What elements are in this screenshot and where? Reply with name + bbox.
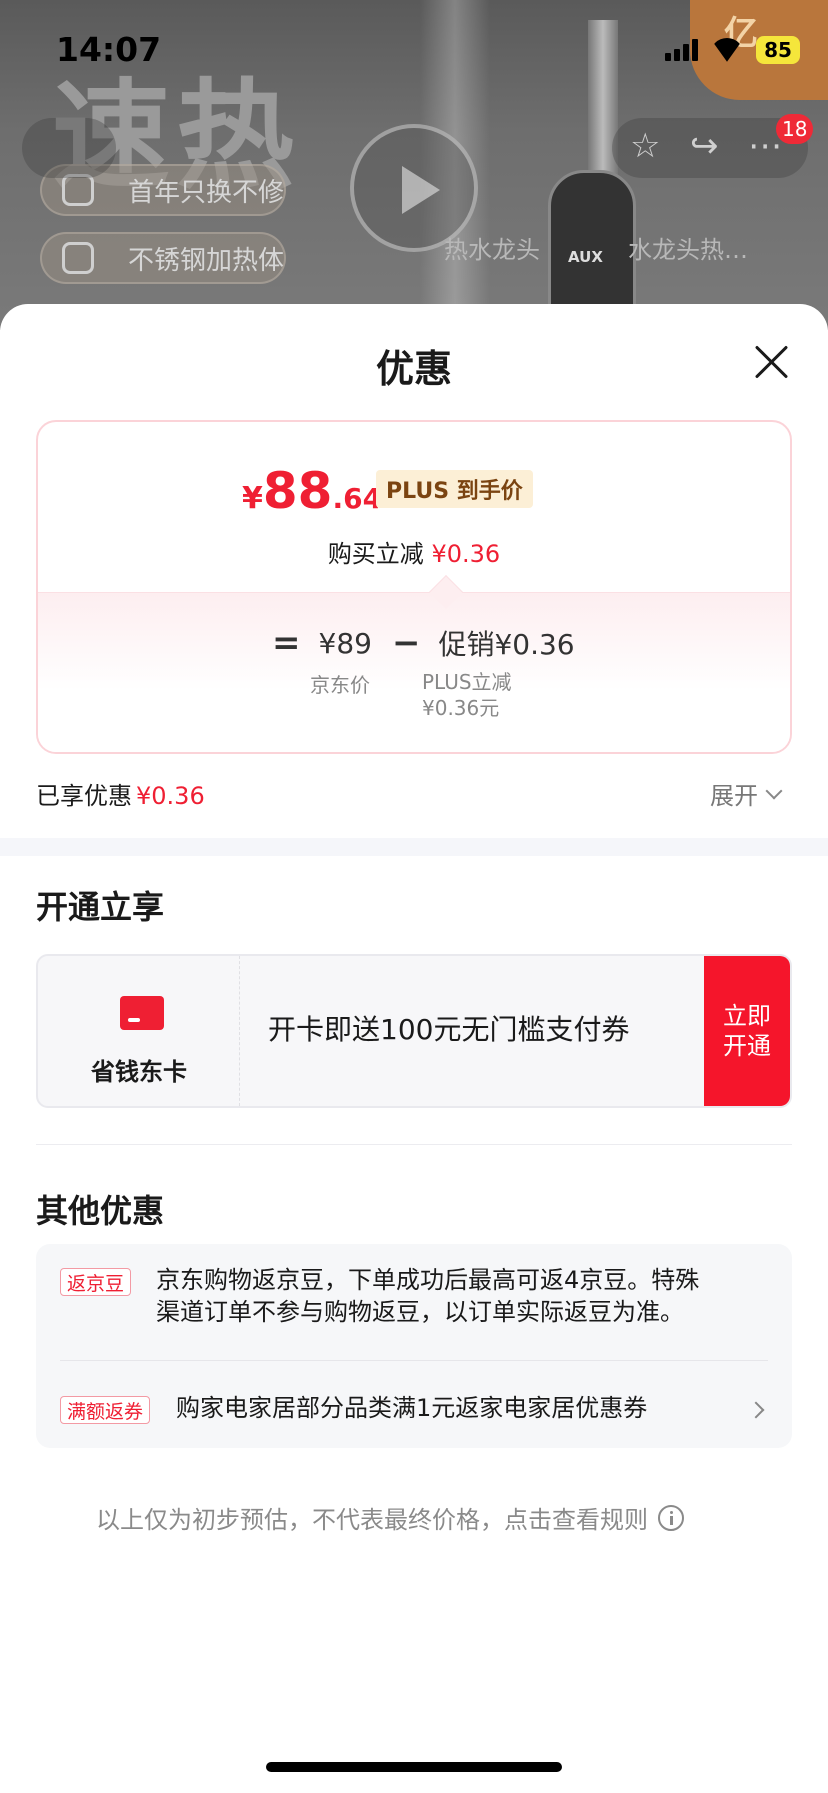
wifi-icon bbox=[710, 38, 744, 62]
close-icon[interactable] bbox=[754, 344, 790, 380]
jd-price-label: 京东价 bbox=[310, 673, 370, 697]
card-description: 开卡即送100元无门槛支付券 bbox=[268, 1013, 630, 1046]
section-separator bbox=[0, 838, 828, 856]
jingdou-tag: 返京豆 bbox=[60, 1268, 132, 1296]
chevron-down-icon bbox=[765, 782, 783, 799]
discount-sheet: 优惠 ¥ 88 .64 PLUS 到手价 购买立减 ¥0.36 = ¥89 − … bbox=[0, 304, 828, 1793]
star-icon: ☆ bbox=[630, 126, 661, 166]
final-price: ¥ 88 .64 bbox=[242, 462, 383, 520]
chevron-right-icon[interactable] bbox=[747, 1401, 765, 1419]
feature-pill-heater: 不锈钢加热体 bbox=[40, 232, 287, 284]
enjoyed-discount: 已享优惠 ¥0.36 bbox=[36, 782, 205, 810]
home-indicator[interactable] bbox=[266, 1762, 562, 1772]
card-name: 省钱东卡 bbox=[91, 1058, 187, 1086]
jd-price: ¥89 bbox=[318, 626, 372, 660]
status-icons: 85 bbox=[665, 36, 800, 64]
list-divider bbox=[60, 1360, 768, 1361]
expand-button[interactable]: 展开 bbox=[710, 776, 783, 811]
buy-reduce-line: 购买立减 ¥0.36 bbox=[327, 540, 501, 568]
open-section-title: 开通立享 bbox=[36, 888, 165, 926]
price-breakdown: = ¥89 − 促销¥0.36 京东价 PLUS立减 ¥0.36元 bbox=[38, 592, 790, 752]
battery-indicator: 85 bbox=[756, 36, 800, 64]
final-price-area: ¥ 88 .64 PLUS 到手价 购买立减 ¥0.36 bbox=[38, 422, 790, 592]
rules-note[interactable]: 以上仅为初步预估，不代表最终价格，点击查看规则 bbox=[96, 1500, 684, 1535]
plus-reduce-label: PLUS立减 ¥0.36元 bbox=[422, 670, 512, 720]
plus-price-tag: PLUS 到手价 bbox=[376, 470, 533, 508]
back-button bbox=[22, 118, 116, 178]
card-brand-area: 省钱东卡 bbox=[38, 956, 240, 1106]
status-time: 14:07 bbox=[56, 30, 162, 69]
share-icon: ↪ bbox=[690, 126, 719, 166]
coupon-return-description[interactable]: 购家电家居部分品类满1元返家电家居优惠券 bbox=[176, 1392, 647, 1424]
credit-card-icon bbox=[120, 996, 164, 1030]
caption-left: 热水龙头 bbox=[444, 236, 540, 264]
divider bbox=[36, 1144, 792, 1145]
price-card: ¥ 88 .64 PLUS 到手价 购买立减 ¥0.36 = ¥89 − 促销¥… bbox=[36, 420, 792, 754]
brand-label: AUX bbox=[568, 248, 603, 266]
jingdou-description: 京东购物返京豆，下单成功后最高可返4京豆。特殊 渠道订单不参与购物返豆，以订单实… bbox=[156, 1266, 700, 1326]
other-discount-list: 返京豆 京东购物返京豆，下单成功后最高可返4京豆。特殊 渠道订单不参与购物返豆，… bbox=[36, 1244, 792, 1448]
cart-count-badge: 18 bbox=[776, 114, 814, 144]
signal-icon bbox=[665, 39, 698, 61]
promo-amount: 促销¥0.36 bbox=[438, 628, 575, 661]
sheet-title: 优惠 bbox=[375, 347, 452, 391]
heater-icon bbox=[62, 242, 94, 274]
warranty-icon bbox=[62, 174, 94, 206]
coupon-return-tag: 满额返券 bbox=[60, 1396, 151, 1424]
info-icon[interactable] bbox=[658, 1504, 684, 1531]
breakdown-row: = ¥89 − 促销¥0.36 bbox=[272, 623, 575, 663]
money-saving-card-offer[interactable]: 省钱东卡 开卡即送100元无门槛支付券 立即 开通 bbox=[36, 954, 792, 1108]
other-section-title: 其他优惠 bbox=[36, 1192, 165, 1230]
open-now-button[interactable]: 立即 开通 bbox=[704, 956, 790, 1106]
caption-right: 水龙头热… bbox=[628, 236, 748, 264]
